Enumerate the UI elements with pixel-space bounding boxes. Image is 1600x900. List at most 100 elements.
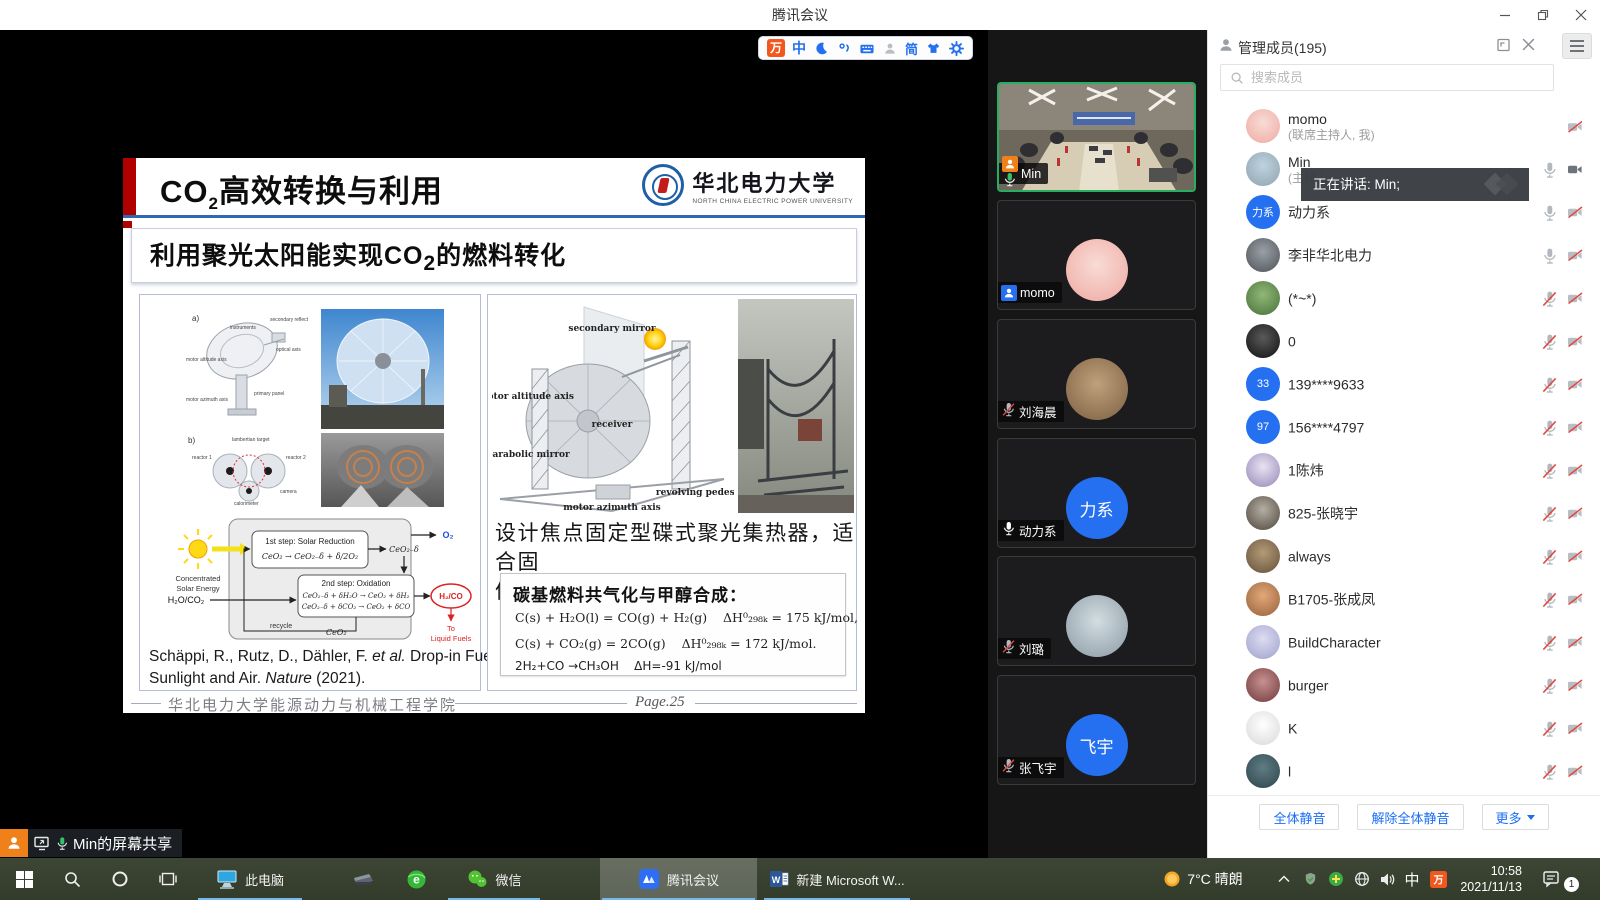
- mic-muted-icon[interactable]: [1541, 505, 1558, 522]
- keyboard-icon[interactable]: [859, 39, 875, 57]
- member-av-controls[interactable]: [1541, 376, 1584, 393]
- camera-off-icon[interactable]: [1566, 549, 1584, 565]
- member-av-controls[interactable]: [1541, 204, 1584, 221]
- mic-muted-icon[interactable]: [1541, 333, 1558, 350]
- ime-mode-chinese[interactable]: 中: [792, 38, 806, 58]
- member-row[interactable]: K: [1208, 707, 1600, 750]
- member-row[interactable]: l: [1208, 750, 1600, 793]
- mic-plain-icon[interactable]: [1541, 204, 1558, 221]
- camera-off-icon[interactable]: [1566, 721, 1584, 737]
- close-panel-icon[interactable]: [1521, 37, 1536, 52]
- member-av-controls[interactable]: [1541, 677, 1584, 694]
- video-tile[interactable]: Min: [997, 82, 1196, 192]
- member-av-controls[interactable]: [1541, 161, 1584, 178]
- member-row[interactable]: 825-张晓宇: [1208, 492, 1600, 535]
- member-av-controls[interactable]: [1541, 419, 1584, 436]
- taskbar-tencent-meeting[interactable]: 腾讯会议: [600, 858, 757, 900]
- mic-muted-icon[interactable]: [1541, 462, 1558, 479]
- close-button[interactable]: [1562, 0, 1600, 30]
- camera-off-icon[interactable]: [1566, 764, 1584, 780]
- ime-toolbar[interactable]: 万 中 简: [758, 36, 973, 60]
- member-av-controls[interactable]: [1541, 462, 1584, 479]
- unmute-all-button[interactable]: 解除全体静音: [1357, 804, 1463, 830]
- mic-muted-icon[interactable]: [1541, 677, 1558, 694]
- minimize-button[interactable]: [1486, 0, 1524, 30]
- member-av-controls[interactable]: [1566, 119, 1584, 135]
- member-av-controls[interactable]: [1541, 247, 1584, 264]
- video-tile[interactable]: 力系 动力系: [997, 438, 1196, 548]
- video-tile[interactable]: 飞宇 张飞宇: [997, 675, 1196, 785]
- video-tile[interactable]: 刘璐: [997, 556, 1196, 666]
- member-av-controls[interactable]: [1541, 634, 1584, 651]
- tray-security-icon[interactable]: [1298, 858, 1322, 900]
- member-row[interactable]: B1705-张成凤: [1208, 578, 1600, 621]
- panel-menu-button[interactable]: [1562, 33, 1592, 59]
- camera-off-icon[interactable]: [1566, 205, 1584, 221]
- mic-muted-icon[interactable]: [1541, 376, 1558, 393]
- member-av-controls[interactable]: [1541, 290, 1584, 307]
- member-row[interactable]: 1陈炜: [1208, 449, 1600, 492]
- mic-plain-icon[interactable]: [1541, 161, 1558, 178]
- taskbar-scanner-icon[interactable]: [340, 858, 388, 900]
- mic-muted-icon[interactable]: [1541, 634, 1558, 651]
- taskbar-search-icon[interactable]: [48, 858, 96, 900]
- skin-icon[interactable]: [925, 39, 941, 57]
- ime-simplified[interactable]: 简: [905, 39, 918, 58]
- ime-settings-gear-icon[interactable]: [948, 39, 964, 57]
- taskbar-this-pc[interactable]: 此电脑: [196, 858, 304, 900]
- tray-ime-lang[interactable]: 中: [1400, 858, 1424, 900]
- camera-off-icon[interactable]: [1566, 334, 1584, 350]
- camera-off-icon[interactable]: [1566, 635, 1584, 651]
- mic-muted-icon[interactable]: [1541, 763, 1558, 780]
- taskbar-word[interactable]: W 新建 Microsoft W...: [762, 858, 912, 900]
- camera-off-icon[interactable]: [1566, 420, 1584, 436]
- tray-network-icon[interactable]: [1350, 858, 1374, 900]
- weather-widget[interactable]: 7°C 晴朗: [1148, 858, 1258, 900]
- camera-on-icon[interactable]: [1566, 162, 1584, 178]
- more-button[interactable]: 更多: [1482, 804, 1549, 830]
- mic-muted-icon[interactable]: [1001, 639, 1016, 654]
- member-av-controls[interactable]: [1541, 505, 1584, 522]
- member-row[interactable]: burger: [1208, 664, 1600, 707]
- action-center-icon[interactable]: 1: [1536, 858, 1592, 900]
- task-view-icon[interactable]: [144, 858, 192, 900]
- search-input[interactable]: [1251, 65, 1547, 90]
- mic-muted-icon[interactable]: [1541, 720, 1558, 737]
- member-av-controls[interactable]: [1541, 720, 1584, 737]
- member-av-controls[interactable]: [1541, 548, 1584, 565]
- member-row[interactable]: 33 139****9633: [1208, 363, 1600, 406]
- member-row[interactable]: (*~*): [1208, 277, 1600, 320]
- taskbar-wechat[interactable]: 微信: [446, 858, 542, 900]
- member-av-controls[interactable]: [1541, 333, 1584, 350]
- member-row[interactable]: BuildCharacter: [1208, 621, 1600, 664]
- taskbar-clock[interactable]: 10:58 2021/11/13: [1436, 858, 1522, 900]
- camera-off-icon[interactable]: [1566, 291, 1584, 307]
- camera-off-icon[interactable]: [1566, 463, 1584, 479]
- camera-off-icon[interactable]: [1566, 248, 1584, 264]
- camera-off-icon[interactable]: [1566, 678, 1584, 694]
- member-row[interactable]: 97 156****4797: [1208, 406, 1600, 449]
- ime-user-icon[interactable]: [882, 39, 898, 57]
- camera-off-icon[interactable]: [1566, 506, 1584, 522]
- popout-panel-icon[interactable]: [1496, 37, 1512, 53]
- tray-antivirus-icon[interactable]: [1324, 858, 1348, 900]
- tray-volume-icon[interactable]: [1376, 858, 1400, 900]
- video-tile[interactable]: 刘海晨: [997, 319, 1196, 429]
- member-row[interactable]: 0: [1208, 320, 1600, 363]
- ime-logo-icon[interactable]: 万: [767, 39, 785, 57]
- mic-muted-icon[interactable]: [1001, 402, 1016, 417]
- restore-button[interactable]: [1524, 0, 1562, 30]
- mic-muted-icon[interactable]: [1001, 758, 1016, 773]
- member-row[interactable]: 李非华北电力: [1208, 234, 1600, 277]
- member-row[interactable]: momo (联席主持人, 我): [1208, 105, 1600, 148]
- mic-muted-icon[interactable]: [1541, 419, 1558, 436]
- screen-share-badge[interactable]: Min的屏幕共享: [0, 829, 182, 857]
- mic-muted-icon[interactable]: [1541, 290, 1558, 307]
- tray-expand-icon[interactable]: [1272, 858, 1296, 900]
- start-button[interactable]: [0, 858, 48, 900]
- member-row[interactable]: always: [1208, 535, 1600, 578]
- mic-plain-icon[interactable]: [1541, 247, 1558, 264]
- moon-icon[interactable]: [813, 39, 829, 57]
- mic-muted-icon[interactable]: [1541, 548, 1558, 565]
- member-av-controls[interactable]: [1541, 591, 1584, 608]
